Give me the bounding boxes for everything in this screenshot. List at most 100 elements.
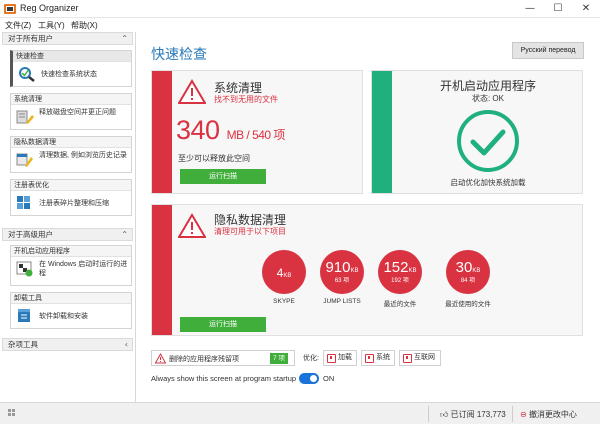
sidebar-item-text: 释放磁盘空间并更正问题 <box>39 109 116 116</box>
power-icon <box>365 354 374 363</box>
circle-count: 192 项 <box>391 278 409 284</box>
sidebar-item-title: 开机启动应用程序 <box>11 246 131 257</box>
privacy-scan-button[interactable]: 运行扫描 <box>180 317 266 332</box>
group-advanced-users-label: 对于高级用户 <box>8 230 53 239</box>
optimize-system-label: 系统 <box>376 354 390 361</box>
startup-toggle-text: Always show this screen at program start… <box>151 374 297 383</box>
removed-apps-text: 删除的应用程序残留项 <box>169 356 239 363</box>
circle-count: 63 项 <box>334 278 350 284</box>
undo-text: 撤消更改中心 <box>528 410 577 419</box>
circle-label: 最近的文件 <box>383 301 417 308</box>
sidebar-item-startup-apps[interactable]: 开机启动应用程序 在 Windows 启动时运行的进程 <box>10 245 132 286</box>
registry-blocks-icon <box>17 196 30 209</box>
circle-count: 84 项 <box>460 278 476 284</box>
sidebar-item-privacy-clean[interactable]: 隐私数据清理 清理数据, 例如浏览历史记录 <box>10 136 132 173</box>
startup-toggle[interactable] <box>299 373 319 384</box>
sidebar: 对于所有用户 ⌃ 快速检查 快速检查系统状态 系统清理 释放磁盘空间并更正问题 <box>0 32 136 402</box>
menu-help[interactable]: 帮助(X) <box>71 20 98 31</box>
circle-label: 最近使用的文件 <box>445 301 491 308</box>
sidebar-item-system-clean[interactable]: 系统清理 释放磁盘空间并更正问题 <box>10 93 132 130</box>
status-separator <box>428 406 429 422</box>
removed-apps-bar[interactable]: 删除的应用程序残留项 7 项 <box>151 350 295 366</box>
group-all-users[interactable]: 对于所有用户 ⌃ <box>2 32 133 45</box>
window-title: Reg Organizer <box>20 3 79 13</box>
likes-counter[interactable]: 👍︎ 已订阅 173,773 <box>440 409 506 420</box>
startup-flag-icon <box>16 261 33 277</box>
status-bar: 👍︎ 已订阅 173,773 ⊖ 撤消更改中心 <box>0 402 600 424</box>
system-clean-scan-button[interactable]: 运行扫描 <box>180 169 266 184</box>
chevron-left-icon: ‹ <box>124 340 128 349</box>
startup-desc: 启动优化加快系统加载 <box>450 178 526 187</box>
sidebar-item-text: 在 Windows 启动时运行的进程 <box>39 261 128 277</box>
page-title: 快速检查 <box>151 46 207 62</box>
privacy-circle-jumplists[interactable]: 910KB 63 项 <box>320 250 364 294</box>
privacy-subtitle: 清理可用于以下项目 <box>214 227 286 236</box>
circle-value: 30 <box>455 259 473 276</box>
likes-text: 已订阅 173,773 <box>450 410 506 419</box>
group-misc-tools-label: 杂项工具 <box>8 340 38 349</box>
undo-center-link[interactable]: ⊖ 撤消更改中心 <box>520 409 577 420</box>
optimize-system-button[interactable]: 系统 <box>361 350 395 366</box>
privacy-circle-recent-files[interactable]: 152KB 192 项 <box>378 250 422 294</box>
startup-card: 开机启动应用程序 状态: OK 启动优化加快系统加载 <box>371 70 583 194</box>
optimize-load-button[interactable]: 加载 <box>323 350 357 366</box>
grip-icon <box>8 409 15 416</box>
system-clean-card: 系统清理 找不到无用的文件 340 MB / 540 项 至少可以释放此空间 运… <box>151 70 363 194</box>
sidebar-item-text: 软件卸载和安装 <box>39 313 88 320</box>
system-clean-amount: 340 MB / 540 项 <box>176 115 285 146</box>
check-circle-icon <box>457 110 519 172</box>
circle-value: 910 <box>325 259 351 276</box>
main-panel: 快速检查 Русский перевод 系统清理 找不到无用的文件 340 M… <box>137 32 600 402</box>
undo-icon: ⊖ <box>520 410 527 419</box>
circle-unit: KB <box>472 268 481 274</box>
circle-label: SKYPE <box>273 298 295 305</box>
app-icon <box>4 4 16 14</box>
optimize-label: 优化: <box>303 355 319 362</box>
warning-icon <box>178 79 206 104</box>
startup-toggle-state: ON <box>323 374 335 383</box>
privacy-circle-recently-used[interactable]: 30KB 84 项 <box>446 250 490 294</box>
system-clean-desc: 至少可以释放此空间 <box>178 154 250 163</box>
privacy-card: 隐私数据清理 清理可用于以下项目 4KB SKYPE 910KB 63 项 JU… <box>151 204 583 336</box>
sidebar-item-registry-optimize[interactable]: 注册表优化 注册表碎片整理和压缩 <box>10 179 132 216</box>
sidebar-item-title: 系统清理 <box>11 94 131 105</box>
power-icon <box>403 354 412 363</box>
circle-unit: KB <box>283 273 292 279</box>
title-bar: Reg Organizer — ☐ ✕ <box>0 0 600 18</box>
sidebar-item-title: 快速检查 <box>13 51 131 62</box>
thumbs-up-icon: 👍︎ <box>440 410 449 419</box>
circle-unit: KB <box>350 268 359 274</box>
translate-button[interactable]: Русский перевод <box>512 42 584 59</box>
circle-label: JUMP LISTS <box>323 298 361 305</box>
card-stripe <box>152 205 172 335</box>
chevron-up-icon: ⌃ <box>121 230 128 239</box>
sidebar-item-text: 注册表碎片整理和压缩 <box>39 200 109 207</box>
sidebar-item-text: 快速检查系统状态 <box>41 71 97 78</box>
sidebar-item-title: 隐私数据清理 <box>11 137 131 148</box>
close-button[interactable]: ✕ <box>572 0 600 18</box>
power-icon <box>327 354 336 363</box>
startup-heading: 开机启动应用程序 <box>439 79 536 93</box>
group-misc-tools[interactable]: 杂项工具 ‹ <box>2 338 133 351</box>
menu-file[interactable]: 文件(Z) <box>5 20 31 31</box>
minimize-button[interactable]: — <box>516 0 544 18</box>
maximize-button[interactable]: ☐ <box>544 0 572 18</box>
circle-unit: KB <box>408 268 417 274</box>
menu-tools[interactable]: 工具(Y) <box>38 20 65 31</box>
sidebar-item-uninstaller[interactable]: 卸载工具 软件卸载和安装 <box>10 292 132 329</box>
system-clean-number: 340 <box>176 115 220 145</box>
privacy-circle-skype[interactable]: 4KB <box>262 250 306 294</box>
circle-value: 152 <box>383 259 409 276</box>
sidebar-item-title: 注册表优化 <box>11 180 131 191</box>
sidebar-item-quick-check[interactable]: 快速检查 快速检查系统状态 <box>10 50 132 87</box>
menu-bar: 文件(Z) 工具(Y) 帮助(X) <box>0 18 600 32</box>
optimize-internet-button[interactable]: 互联网 <box>399 350 441 366</box>
sidebar-item-title: 卸载工具 <box>11 293 131 304</box>
warning-icon <box>178 213 206 238</box>
group-advanced-users[interactable]: 对于高级用户 ⌃ <box>2 228 133 241</box>
status-separator <box>512 406 513 422</box>
uninstall-box-icon <box>18 309 30 322</box>
card-stripe <box>152 71 172 193</box>
chevron-up-icon: ⌃ <box>121 34 128 43</box>
removed-apps-count: 7 项 <box>270 353 288 364</box>
